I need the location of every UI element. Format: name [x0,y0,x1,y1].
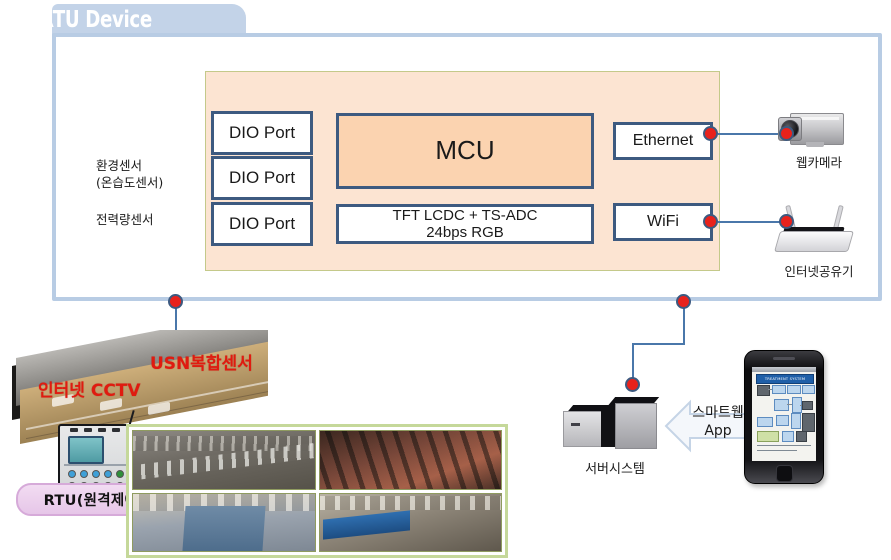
tft-line-1: TFT LCDC + TS-ADC [392,206,538,224]
webcam-label: 웹카메라 [795,155,842,170]
tft-lcdc-block: TFT LCDC + TS-ADC 24bps RGB [336,204,594,244]
router-label: 인터넷공유기 [784,264,854,279]
barn-photo-4 [318,492,502,552]
wire-ethernet-to-webcam [718,133,782,135]
server-system-label: 서버시스템 [585,462,645,477]
phone-screen: TREATMENT SYSTEM [752,367,816,461]
phone-home-button [776,465,793,482]
barn-photo-grid [126,424,508,558]
router-node [779,214,794,229]
diagram-canvas: RTU Device DIO Port DIO Port DIO Port MC… [0,0,891,560]
webcam-node [779,126,794,141]
wifi-node [703,214,718,229]
mcu-block: MCU [336,113,594,189]
wireless-router-icon [773,204,855,253]
tft-line-2: 24bps RGB [426,224,504,241]
dio-port-block-3: DIO Port [211,202,313,246]
environment-sensor-label: 환경센서 (온습도센서) [96,158,164,190]
barn-photo-1 [132,430,316,490]
smart-web-app-line-1: 스마트웹 [692,405,744,421]
dio-port-block-1: DIO Port [211,111,313,155]
barn-photo-2 [318,430,502,490]
usn-frame-node [168,294,183,309]
server-rack-icon [563,393,663,455]
smartphone-icon: TREATMENT SYSTEM [744,350,824,484]
wire-frame-to-server-h [632,343,685,345]
phone-app-title: TREATMENT SYSTEM [756,374,814,384]
server-frame-node [676,294,691,309]
wifi-block: WiFi [613,203,713,241]
power-sensor-label: 전력량센서 [96,212,154,227]
usn-sensor-label: USN복합센서 [150,354,253,374]
page-title: RTU Device [40,7,152,33]
server-node [625,377,640,392]
ethernet-block: Ethernet [613,122,713,160]
internet-cctv-label: 인터넷 CCTV [38,381,141,401]
smart-web-app-line-2: App [704,422,732,439]
dio-port-block-2: DIO Port [211,156,313,200]
barn-photo-3 [132,492,316,552]
ethernet-node [703,126,718,141]
